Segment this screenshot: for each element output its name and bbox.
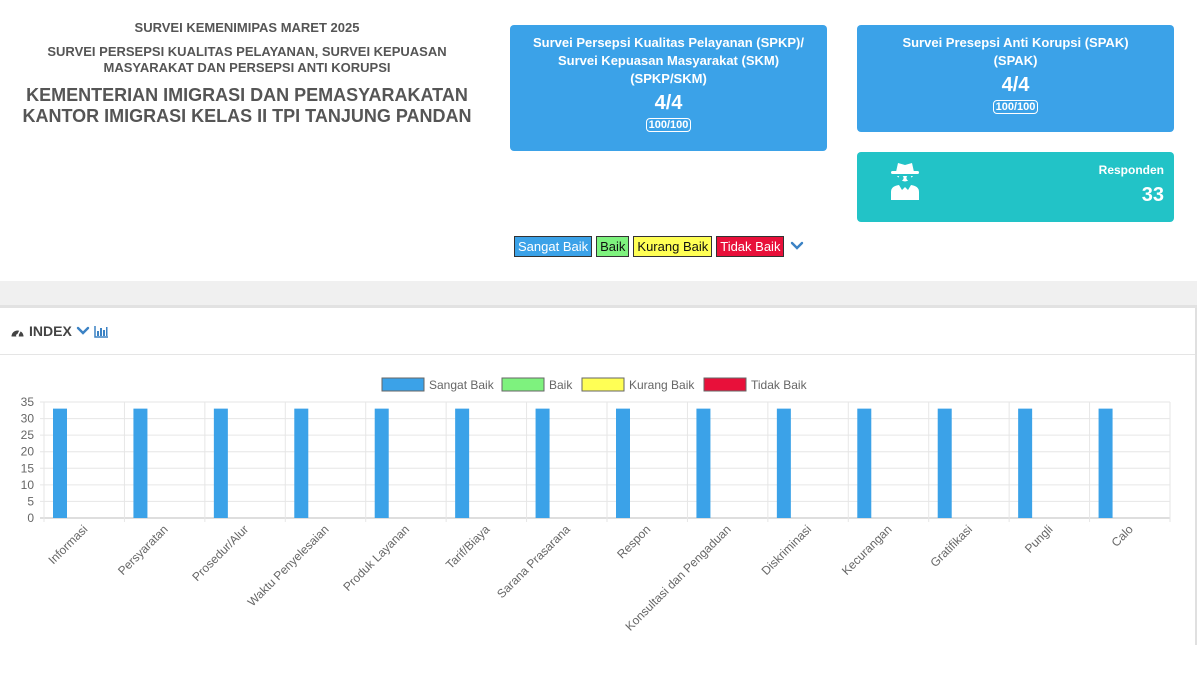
x-tick-label: Gratifikasi (927, 522, 975, 570)
index-bar-chart: Sangat Baik Baik Kurang Baik Tidak Baik 0 5 1… (21, 377, 1171, 634)
index-section-header: INDEX (0, 308, 1197, 355)
spak-title-line1: Survei Presepsi Anti Korupsi (SPAK) (902, 35, 1129, 50)
index-title-group: INDEX (10, 323, 109, 339)
spkp-badge: 100/100 (645, 118, 692, 132)
spak-badge: 100/100 (992, 100, 1039, 114)
legend-pill-tidak-baik: Tidak Baik (716, 235, 785, 257)
bar-0-12[interactable] (1018, 408, 1033, 518)
bar-0-0[interactable] (53, 408, 67, 518)
legend-swatch-0[interactable] (381, 377, 425, 392)
chevron-down-icon[interactable] (76, 324, 90, 338)
category-legend: Sangat Baik Baik Kurang Baik Tidak Baik (514, 235, 804, 257)
spkp-card-title: Survei Persepsi Kualitas Pelayanan (SPKP… (510, 25, 827, 88)
bar-0-4[interactable] (374, 408, 389, 518)
y-tick-label: 5 (27, 494, 34, 508)
x-tick-label: Produk Layanan (340, 522, 412, 594)
chevron-down-icon[interactable] (790, 239, 804, 253)
x-axis-labels: Informasi Persyaratan Prosedur/AlurWaktu P… (46, 522, 1137, 634)
x-tick-label: Informasi (46, 522, 91, 567)
spak-card-title: Survei Presepsi Anti Korupsi (SPAK) (SPA… (857, 25, 1174, 70)
x-tick-label: Calo (1109, 522, 1137, 550)
bar-0-3[interactable] (294, 408, 309, 518)
office-unit-name: KANTOR IMIGRASI KELAS II TPI TANJUNG PAN… (22, 106, 472, 126)
bar-0-5[interactable] (455, 408, 470, 518)
legend-label-1[interactable]: Baik (549, 378, 573, 392)
spkp-title-line1: Survei Persepsi Kualitas Pelayanan (SPKP… (533, 35, 804, 50)
legend-swatch-3[interactable] (703, 377, 747, 392)
office-name: KEMENTERIAN IMIGRASI DAN PEMASYARAKATAN … (10, 85, 484, 127)
x-tick-label: Respon (614, 522, 653, 561)
chart-gridlines (40, 401, 1171, 522)
y-tick-label: 25 (21, 428, 35, 442)
x-tick-label: Kecurangan (839, 522, 895, 578)
bar-0-10[interactable] (857, 408, 872, 518)
legend-label-2[interactable]: Kurang Baik (629, 378, 695, 392)
legend-pill-baik: Baik (596, 235, 630, 257)
responden-card: Responden 33 (857, 152, 1174, 222)
bar-0-6[interactable] (535, 408, 550, 518)
spy-icon (891, 163, 919, 200)
x-tick-label: Prosedur/Alur (189, 522, 251, 584)
legend-label-3[interactable]: Tidak Baik (751, 378, 808, 392)
spkp-title-line3: (SPKP/SKM) (630, 71, 707, 86)
y-axis-ticks: 0 5 10 15 20 25 30 35 (21, 395, 35, 525)
bar-0-8[interactable] (696, 408, 711, 518)
x-tick-label: Sarana Prasarana (494, 522, 573, 601)
bar-0-9[interactable] (776, 408, 791, 518)
legend-label-0[interactable]: Sangat Baik (429, 378, 495, 392)
survey-title: SURVEI KEMENIMIPAS MARET 2025 (134, 20, 360, 35)
spak-title-line2: (SPAK) (993, 53, 1038, 68)
bar-chart-icon[interactable] (94, 325, 109, 338)
legend-pill-kurang-baik: Kurang Baik (633, 235, 713, 257)
ministry-name: KEMENTERIAN IMIGRASI DAN PEMASYARAKATAN (26, 85, 468, 105)
chart-legend: Sangat Baik Baik Kurang Baik Tidak Baik (381, 377, 808, 392)
bar-0-7[interactable] (616, 408, 630, 518)
x-tick-label: Diskriminasi (759, 522, 815, 578)
spkp-card: Survei Persepsi Kualitas Pelayanan (SPKP… (510, 25, 827, 151)
bar-0-13[interactable] (1098, 408, 1113, 518)
y-tick-label: 30 (21, 412, 35, 426)
x-tick-label: Persyaratan (115, 522, 171, 578)
y-tick-label: 35 (21, 395, 35, 409)
x-tick-label: Pungli (1022, 522, 1055, 555)
spkp-score: 4/4 (654, 92, 683, 114)
responden-count: 33 (1141, 184, 1164, 206)
bar-0-2[interactable] (213, 408, 228, 518)
section-divider (0, 281, 1197, 308)
y-tick-label: 0 (27, 511, 34, 525)
spak-card: Survei Presepsi Anti Korupsi (SPAK) (SPA… (857, 25, 1174, 132)
legend-swatch-1[interactable] (501, 377, 545, 392)
x-tick-label: Waktu Penyelesaian (245, 522, 332, 609)
y-tick-label: 20 (21, 445, 35, 459)
y-tick-label: 15 (21, 461, 35, 475)
bar-0-11[interactable] (937, 408, 952, 518)
x-tick-label: Tarif/Biaya (443, 522, 493, 572)
spak-score: 4/4 (1001, 74, 1030, 96)
legend-pill-sangat-baik: Sangat Baik (514, 235, 593, 257)
y-tick-label: 10 (21, 478, 35, 492)
bar-0-1[interactable] (133, 408, 148, 518)
legend-swatch-2[interactable] (581, 377, 625, 392)
index-title: INDEX (29, 323, 72, 339)
dashboard-icon (11, 329, 24, 337)
survey-subtitle: SURVEI PERSEPSI KUALITAS PELAYANAN, SURV… (47, 44, 447, 75)
spkp-title-line2: Survei Kepuasan Masyarakat (SKM) (557, 53, 780, 68)
responden-label: Responden (1098, 163, 1164, 177)
